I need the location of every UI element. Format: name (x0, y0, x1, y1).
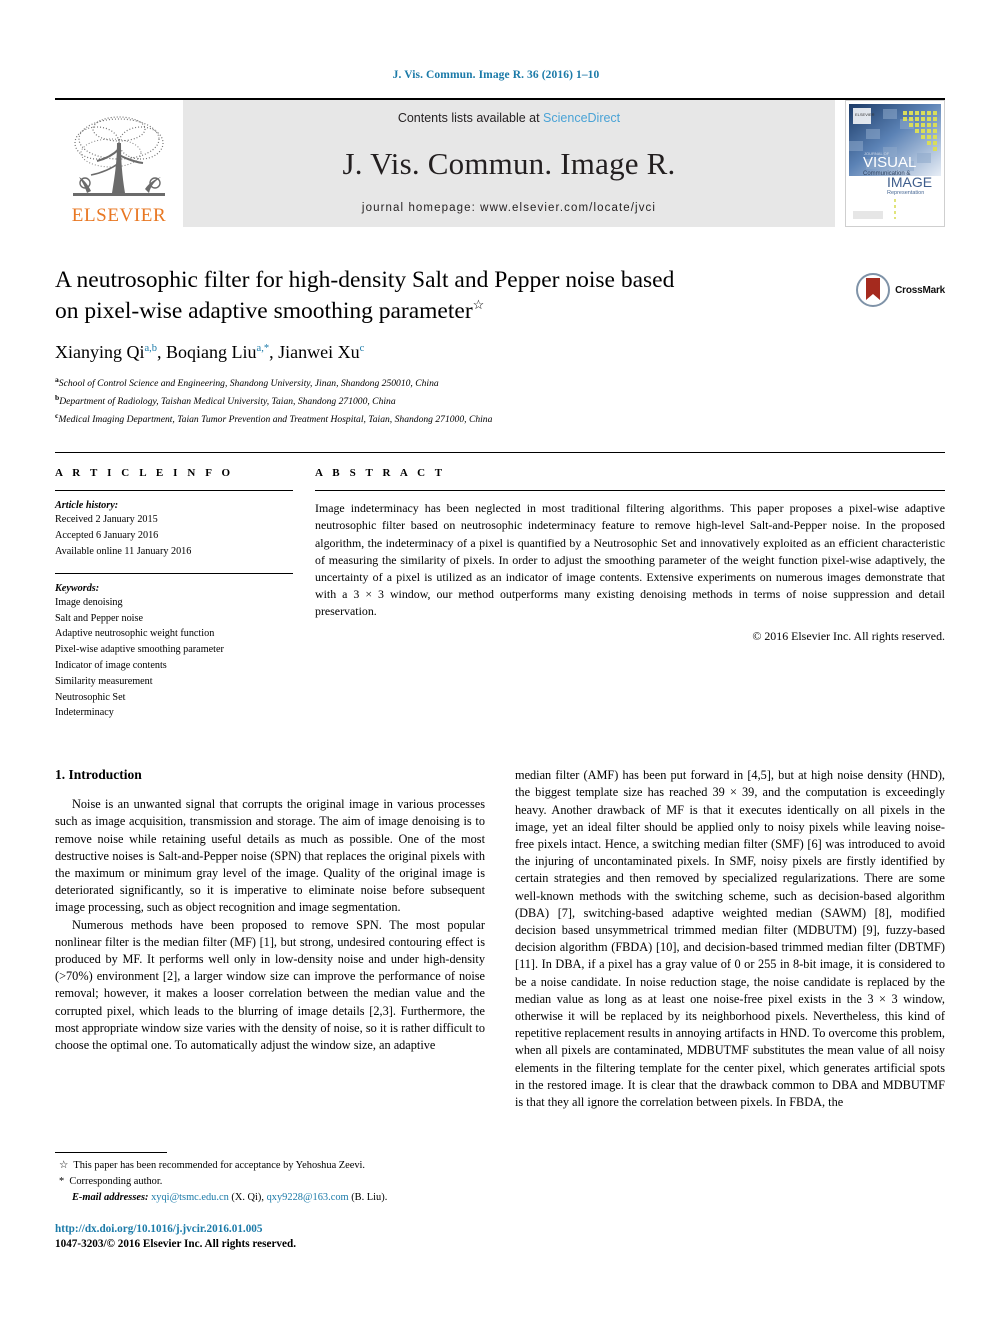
section-heading-introduction: 1. Introduction (55, 767, 142, 783)
affiliation-item: aSchool of Control Science and Engineeri… (55, 374, 937, 392)
body-column-right: median filter (AMF) has been put forward… (515, 767, 945, 1111)
journal-title: J. Vis. Commun. Image R. (342, 145, 676, 181)
divider (315, 490, 945, 492)
keyword-item: Adaptive neutrosophic weight function (55, 628, 215, 640)
email-link[interactable]: xyqi@tsmc.edu.cn (151, 1192, 229, 1203)
sciencedirect-link[interactable]: ScienceDirect (543, 111, 620, 125)
footnote-emails: E-mail addresses: xyqi@tsmc.edu.cn (X. Q… (72, 1191, 388, 1203)
abstract-copyright: © 2016 Elsevier Inc. All rights reserved… (752, 629, 945, 644)
keyword-item: Image denoising (55, 596, 123, 608)
email-owner: (X. Qi) (231, 1191, 262, 1203)
article-history-block: Article history: Received 2 January 2015… (55, 500, 293, 559)
footer-block: http://dx.doi.org/10.1016/j.jvcir.2016.0… (55, 1222, 485, 1252)
paper-title-text: A neutrosophic filter for high-density S… (55, 267, 675, 324)
svg-text:Representation: Representation (887, 190, 924, 196)
keyword-item: Indeterminacy (55, 707, 114, 719)
keyword-item: Salt and Pepper noise (55, 612, 143, 624)
body-columns: 1. Introduction Noise is an unwanted sig… (55, 767, 945, 1111)
doi-link[interactable]: http://dx.doi.org/10.1016/j.jvcir.2016.0… (55, 1222, 485, 1237)
divider (55, 490, 293, 492)
author-name: Xianying Qi (55, 342, 145, 363)
journal-cover-thumbnail: ELSEVIER JOURNAL OF VISUAL Communication… (845, 100, 945, 227)
affiliation-item: cMedical Imaging Department, Taian Tumor… (55, 410, 937, 428)
paragraph: median filter (AMF) has been put forward… (515, 768, 945, 1110)
title-block: A neutrosophic filter for high-density S… (55, 265, 945, 326)
footnote-corresponding: * Corresponding author. (55, 1174, 485, 1190)
article-history-label: Article history: (55, 500, 119, 512)
page-title: A neutrosophic filter for high-density S… (55, 265, 695, 326)
author-separator: , (157, 342, 167, 363)
running-head: J. Vis. Commun. Image R. 36 (2016) 1–10 (392, 69, 600, 81)
keywords-label: Keywords: (55, 582, 100, 594)
elsevier-wordmark: ELSEVIER (71, 205, 167, 226)
journal-cover-art: ELSEVIER JOURNAL OF VISUAL Communication… (846, 101, 944, 226)
affiliation-list: aSchool of Control Science and Engineeri… (55, 374, 937, 427)
divider (55, 572, 293, 574)
paper-page: J. Vis. Commun. Image R. 36 (2016) 1–10 (0, 0, 992, 1323)
elsevier-logo: ELSEVIER (55, 100, 183, 227)
keyword-item: Neutrosophic Set (55, 691, 126, 703)
contents-prefix: Contents lists available at (397, 111, 544, 125)
svg-text:VISUAL: VISUAL (863, 154, 916, 171)
article-info-column: A R T I C L E I N F O Article history: R… (55, 467, 293, 721)
footnote-star: ☆ This paper has been recommended for ac… (55, 1158, 485, 1174)
svg-text:ELSEVIER: ELSEVIER (855, 112, 875, 117)
author-affil-marker: c (359, 343, 365, 355)
history-item: Available online 11 January 2016 (55, 545, 192, 557)
author-entry: Jianwei Xuc (278, 342, 364, 362)
issn-copyright-line: 1047-3203/© 2016 Elsevier Inc. All right… (55, 1238, 296, 1251)
keyword-item: Indicator of image contents (55, 659, 167, 671)
article-info-heading: A R T I C L E I N F O (55, 467, 234, 480)
history-item: Received 2 January 2015 (55, 514, 158, 526)
footnote-star-marker: ☆ (59, 1160, 69, 1171)
affiliation-text: School of Control Science and Engineerin… (58, 378, 439, 390)
paragraph: Noise is an unwanted signal that corrupt… (55, 797, 485, 915)
journal-homepage-line[interactable]: journal homepage: www.elsevier.com/locat… (362, 202, 656, 214)
author-separator: , (269, 342, 279, 363)
author-entry: Xianying Qia,b (55, 342, 157, 362)
keyword-item: Similarity measurement (55, 675, 153, 687)
crossmark-label: CrossMark (895, 284, 945, 296)
email-owner: (B. Liu) (351, 1191, 385, 1203)
abstract-column: A B S T R A C T Image indeterminacy has … (315, 467, 945, 721)
history-item: Accepted 6 January 2016 (55, 530, 159, 542)
title-footnote-marker: ☆ (472, 296, 485, 312)
author-name: Jianwei Xu (278, 342, 360, 363)
elsevier-tree-icon (73, 116, 165, 196)
paragraph: Numerous methods have been proposed to r… (55, 917, 485, 1053)
keyword-item: Pixel-wise adaptive smoothing parameter (55, 644, 224, 656)
footnote-corresponding-text: Corresponding author. (69, 1175, 163, 1187)
footnote-divider (55, 1152, 167, 1153)
crossmark-badge[interactable]: CrossMark (856, 273, 945, 307)
emails-label: E-mail addresses: (72, 1191, 149, 1203)
svg-text:IMAGE: IMAGE (887, 174, 932, 190)
abstract-text: Image indeterminacy has been neglected i… (315, 501, 945, 619)
affiliation-text: Medical Imaging Department, Taian Tumor … (58, 413, 493, 425)
email-link[interactable]: qxy9228@163.com (267, 1192, 349, 1203)
keywords-block: Keywords: Image denoising Salt and Peppe… (55, 583, 293, 722)
journal-masthead: ELSEVIER Contents lists available at Sci… (55, 98, 945, 227)
contents-lists-line: Contents lists available at ScienceDirec… (398, 111, 620, 125)
affiliation-item: bDepartment of Radiology, Taishan Medica… (55, 392, 937, 410)
body-column-left: 1. Introduction Noise is an unwanted sig… (55, 767, 485, 1111)
footnote-block: ☆ This paper has been recommended for ac… (55, 1152, 485, 1205)
info-abstract-region: A R T I C L E I N F O Article history: R… (55, 452, 945, 721)
author-affil-marker: a,b (144, 343, 158, 355)
affiliation-text: Department of Radiology, Taishan Medical… (59, 396, 396, 407)
crossmark-icon (856, 273, 891, 307)
footnote-corresponding-marker: * (59, 1175, 65, 1187)
masthead-center: Contents lists available at ScienceDirec… (183, 100, 835, 227)
author-name: Boqiang Liu (166, 342, 257, 363)
author-affil-marker: a,* (256, 343, 270, 355)
abstract-heading: A B S T R A C T (315, 467, 446, 480)
footnote-star-text: This paper has been recommended for acce… (73, 1160, 366, 1171)
author-list: Xianying Qia,b, Boqiang Liua,*, Jianwei … (55, 342, 937, 363)
author-entry: Boqiang Liua,* (166, 342, 269, 362)
